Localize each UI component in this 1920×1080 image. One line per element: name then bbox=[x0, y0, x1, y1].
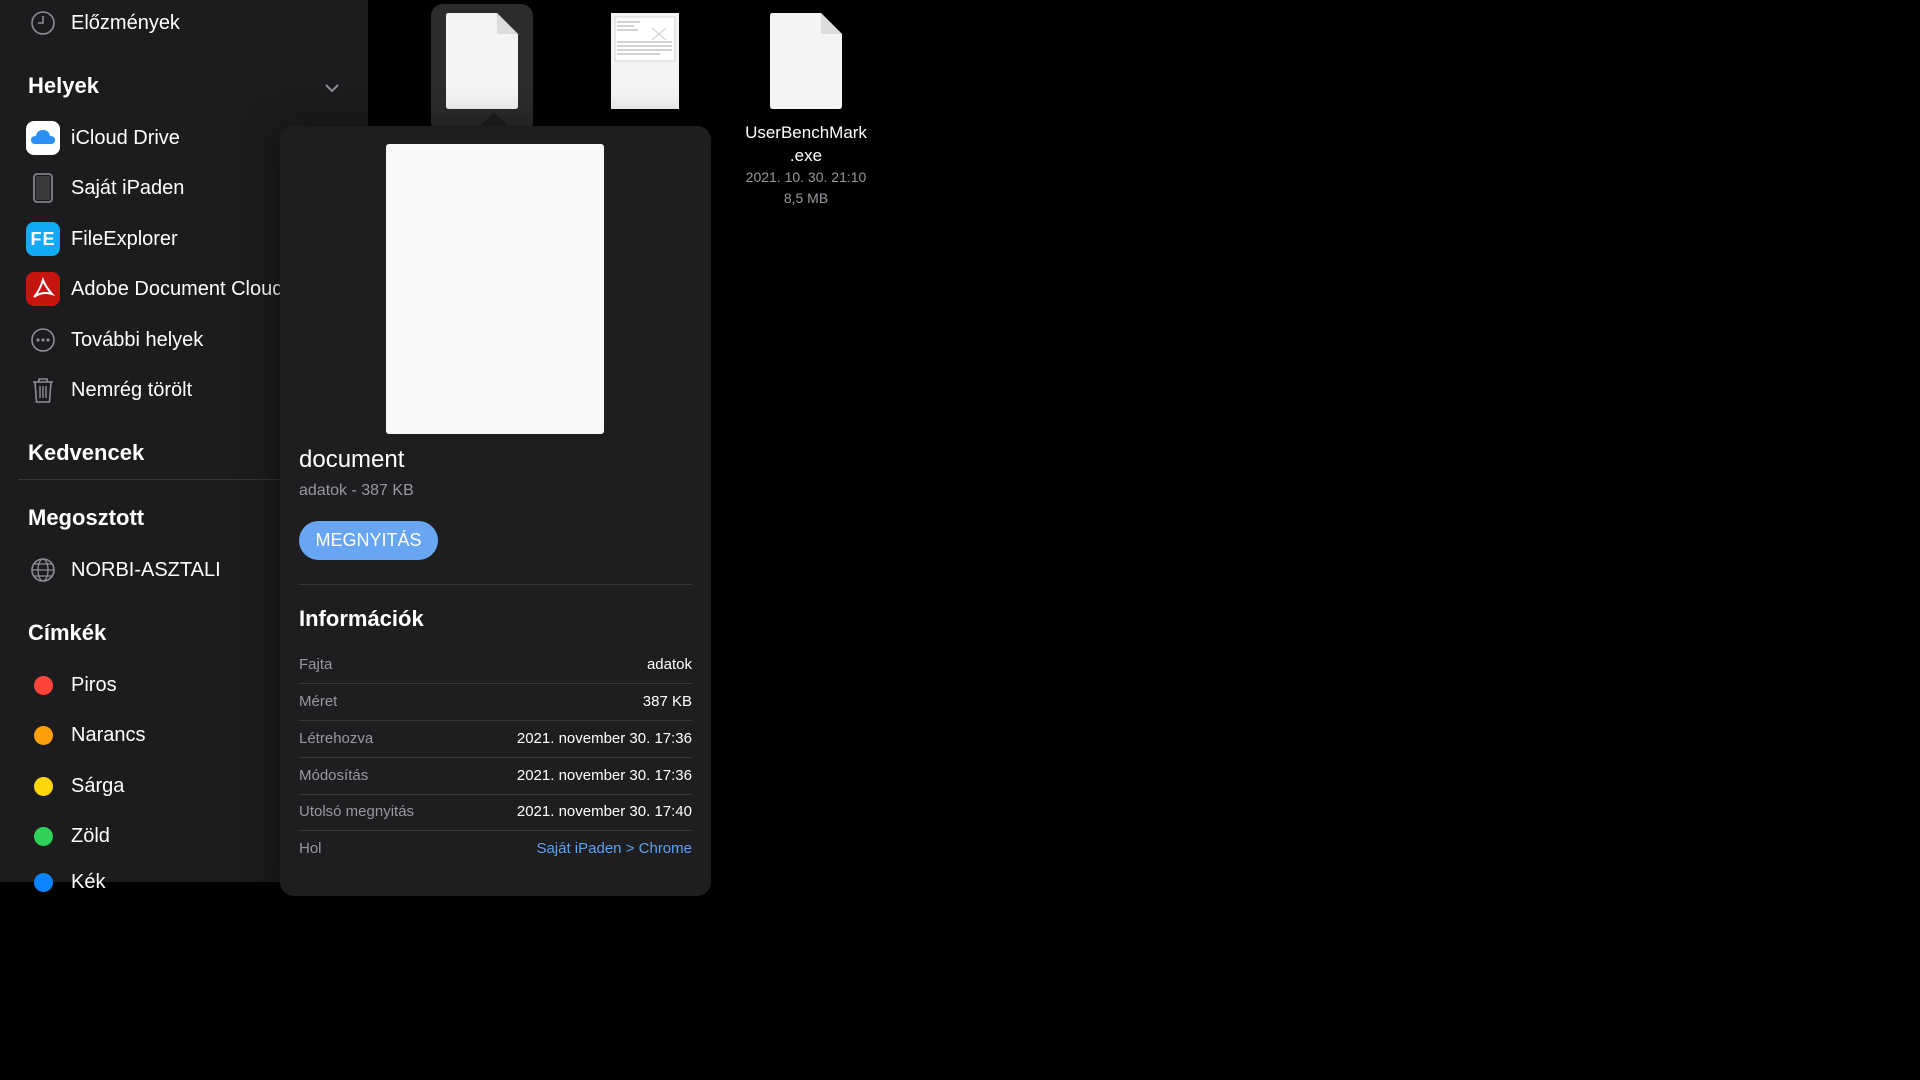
sidebar-item-norbi-asztali[interactable]: NORBI-ASZTALI bbox=[26, 550, 221, 590]
sidebar-item-label: FileExplorer bbox=[71, 227, 178, 250]
info-row-kind: Fajta adatok bbox=[299, 646, 692, 684]
document-preview bbox=[386, 144, 604, 434]
section-heading-favorites: Kedvencek bbox=[28, 440, 145, 465]
chevron-down-icon[interactable] bbox=[322, 78, 342, 103]
globe-icon bbox=[26, 553, 60, 587]
info-value: 2021. november 30. 17:36 bbox=[516, 730, 692, 747]
tag-yellow-dot bbox=[33, 776, 53, 796]
sidebar-item-label: Adobe Document Cloud bbox=[71, 277, 284, 300]
sidebar-item-tag-kek[interactable]: Kék bbox=[26, 862, 105, 902]
sidebar-item-recents[interactable]: Előzmények bbox=[26, 3, 180, 43]
ipad-icon bbox=[26, 171, 60, 205]
sidebar-item-nemreg-torolt[interactable]: Nemrég törölt bbox=[26, 370, 192, 410]
sidebar-item-label: További helyek bbox=[71, 328, 204, 351]
sidebar-item-label: NORBI-ASZTALI bbox=[71, 558, 221, 581]
sidebar-item-fileexplorer[interactable]: FE FileExplorer bbox=[26, 219, 178, 259]
sidebar-item-label: Saját iPaden bbox=[71, 176, 185, 199]
sidebar-item-label: Piros bbox=[71, 673, 117, 696]
fileexplorer-icon: FE bbox=[26, 222, 60, 256]
path-separator: > bbox=[625, 840, 635, 857]
sidebar-item-label: iCloud Drive bbox=[71, 126, 180, 149]
divider bbox=[299, 584, 692, 585]
sidebar-item-tag-sarga[interactable]: Sárga bbox=[26, 766, 124, 806]
tag-orange-dot bbox=[33, 725, 53, 745]
sidebar-item-icloud-drive[interactable]: iCloud Drive bbox=[26, 118, 180, 158]
adobe-acrobat-icon bbox=[26, 272, 60, 306]
file-item-document[interactable] bbox=[431, 12, 533, 115]
spreadsheet-thumbnail-icon bbox=[610, 13, 680, 114]
info-key: Módosítás bbox=[299, 767, 369, 784]
sidebar-item-label: Narancs bbox=[71, 723, 146, 746]
info-row-created: Létrehozva 2021. november 30. 17:36 bbox=[299, 720, 692, 758]
trash-icon bbox=[26, 373, 60, 407]
icloud-icon bbox=[26, 121, 60, 155]
info-row-modified: Módosítás 2021. november 30. 17:36 bbox=[299, 757, 692, 795]
section-heading-places: Helyek bbox=[28, 73, 99, 98]
info-row-where: Hol Saját iPaden > Chrome bbox=[299, 830, 692, 867]
popover-file-title: document bbox=[299, 446, 405, 473]
tag-green-dot bbox=[33, 826, 53, 846]
info-row-last-opened: Utolsó megnyitás 2021. november 30. 17:4… bbox=[299, 793, 692, 831]
path-link-chrome[interactable]: Chrome bbox=[639, 840, 692, 857]
info-heading: Információk bbox=[299, 606, 424, 631]
sidebar-item-tag-piros[interactable]: Piros bbox=[26, 665, 117, 705]
info-key: Létrehozva bbox=[299, 730, 374, 747]
info-key: Méret bbox=[299, 693, 338, 710]
blank-document-icon bbox=[769, 13, 843, 114]
file-size: 8,5 MB bbox=[783, 190, 829, 206]
info-value: adatok bbox=[646, 656, 692, 673]
sidebar-item-label: Zöld bbox=[71, 824, 110, 847]
section-heading-shared: Megosztott bbox=[28, 505, 145, 530]
file-name: UserBenchMark bbox=[745, 123, 867, 142]
info-row-size: Méret 387 KB bbox=[299, 683, 692, 721]
popover-arrow bbox=[479, 112, 509, 127]
sidebar-item-adobe-document-cloud[interactable]: Adobe Document Cloud bbox=[26, 269, 283, 309]
tag-blue-dot bbox=[33, 872, 53, 892]
tag-red-dot bbox=[33, 675, 53, 695]
sidebar-item-tovabbi-helyek[interactable]: További helyek bbox=[26, 320, 203, 360]
sidebar-item-sajat-ipaden[interactable]: Saját iPaden bbox=[26, 168, 184, 208]
info-key: Utolsó megnyitás bbox=[299, 803, 415, 820]
sidebar-item-label: Nemrég törölt bbox=[71, 378, 193, 401]
file-info-popover: document adatok - 387 KB MEGNYITÁS Infor… bbox=[280, 126, 711, 896]
section-heading-tags: Címkék bbox=[28, 620, 107, 645]
file-item-userbenchmark[interactable]: UserBenchMark .exe 2021. 10. 30. 21:10 8… bbox=[741, 12, 871, 209]
clock-icon bbox=[26, 6, 60, 40]
more-icon bbox=[26, 323, 60, 357]
info-value: 2021. november 30. 17:36 bbox=[516, 767, 692, 784]
file-date: 2021. 10. 30. 21:10 bbox=[745, 169, 867, 185]
sidebar-item-label: Kék bbox=[71, 870, 106, 893]
path-link-sajat-ipaden[interactable]: Saját iPaden bbox=[536, 840, 621, 857]
info-key: Fajta bbox=[299, 656, 333, 673]
popover-file-subtitle: adatok - 387 KB bbox=[299, 482, 414, 499]
open-button[interactable]: MEGNYITÁS bbox=[299, 521, 438, 560]
sidebar-item-label: Előzmények bbox=[71, 11, 180, 34]
file-item-spreadsheet[interactable] bbox=[594, 12, 696, 115]
sidebar-item-tag-zold[interactable]: Zöld bbox=[26, 816, 110, 856]
info-value: 387 KB bbox=[642, 693, 692, 710]
file-name-extension: .exe bbox=[789, 146, 823, 165]
info-key: Hol bbox=[299, 840, 322, 857]
info-value: 2021. november 30. 17:40 bbox=[516, 803, 692, 820]
sidebar-item-tag-narancs[interactable]: Narancs bbox=[26, 715, 145, 755]
sidebar-item-label: Sárga bbox=[71, 774, 125, 797]
